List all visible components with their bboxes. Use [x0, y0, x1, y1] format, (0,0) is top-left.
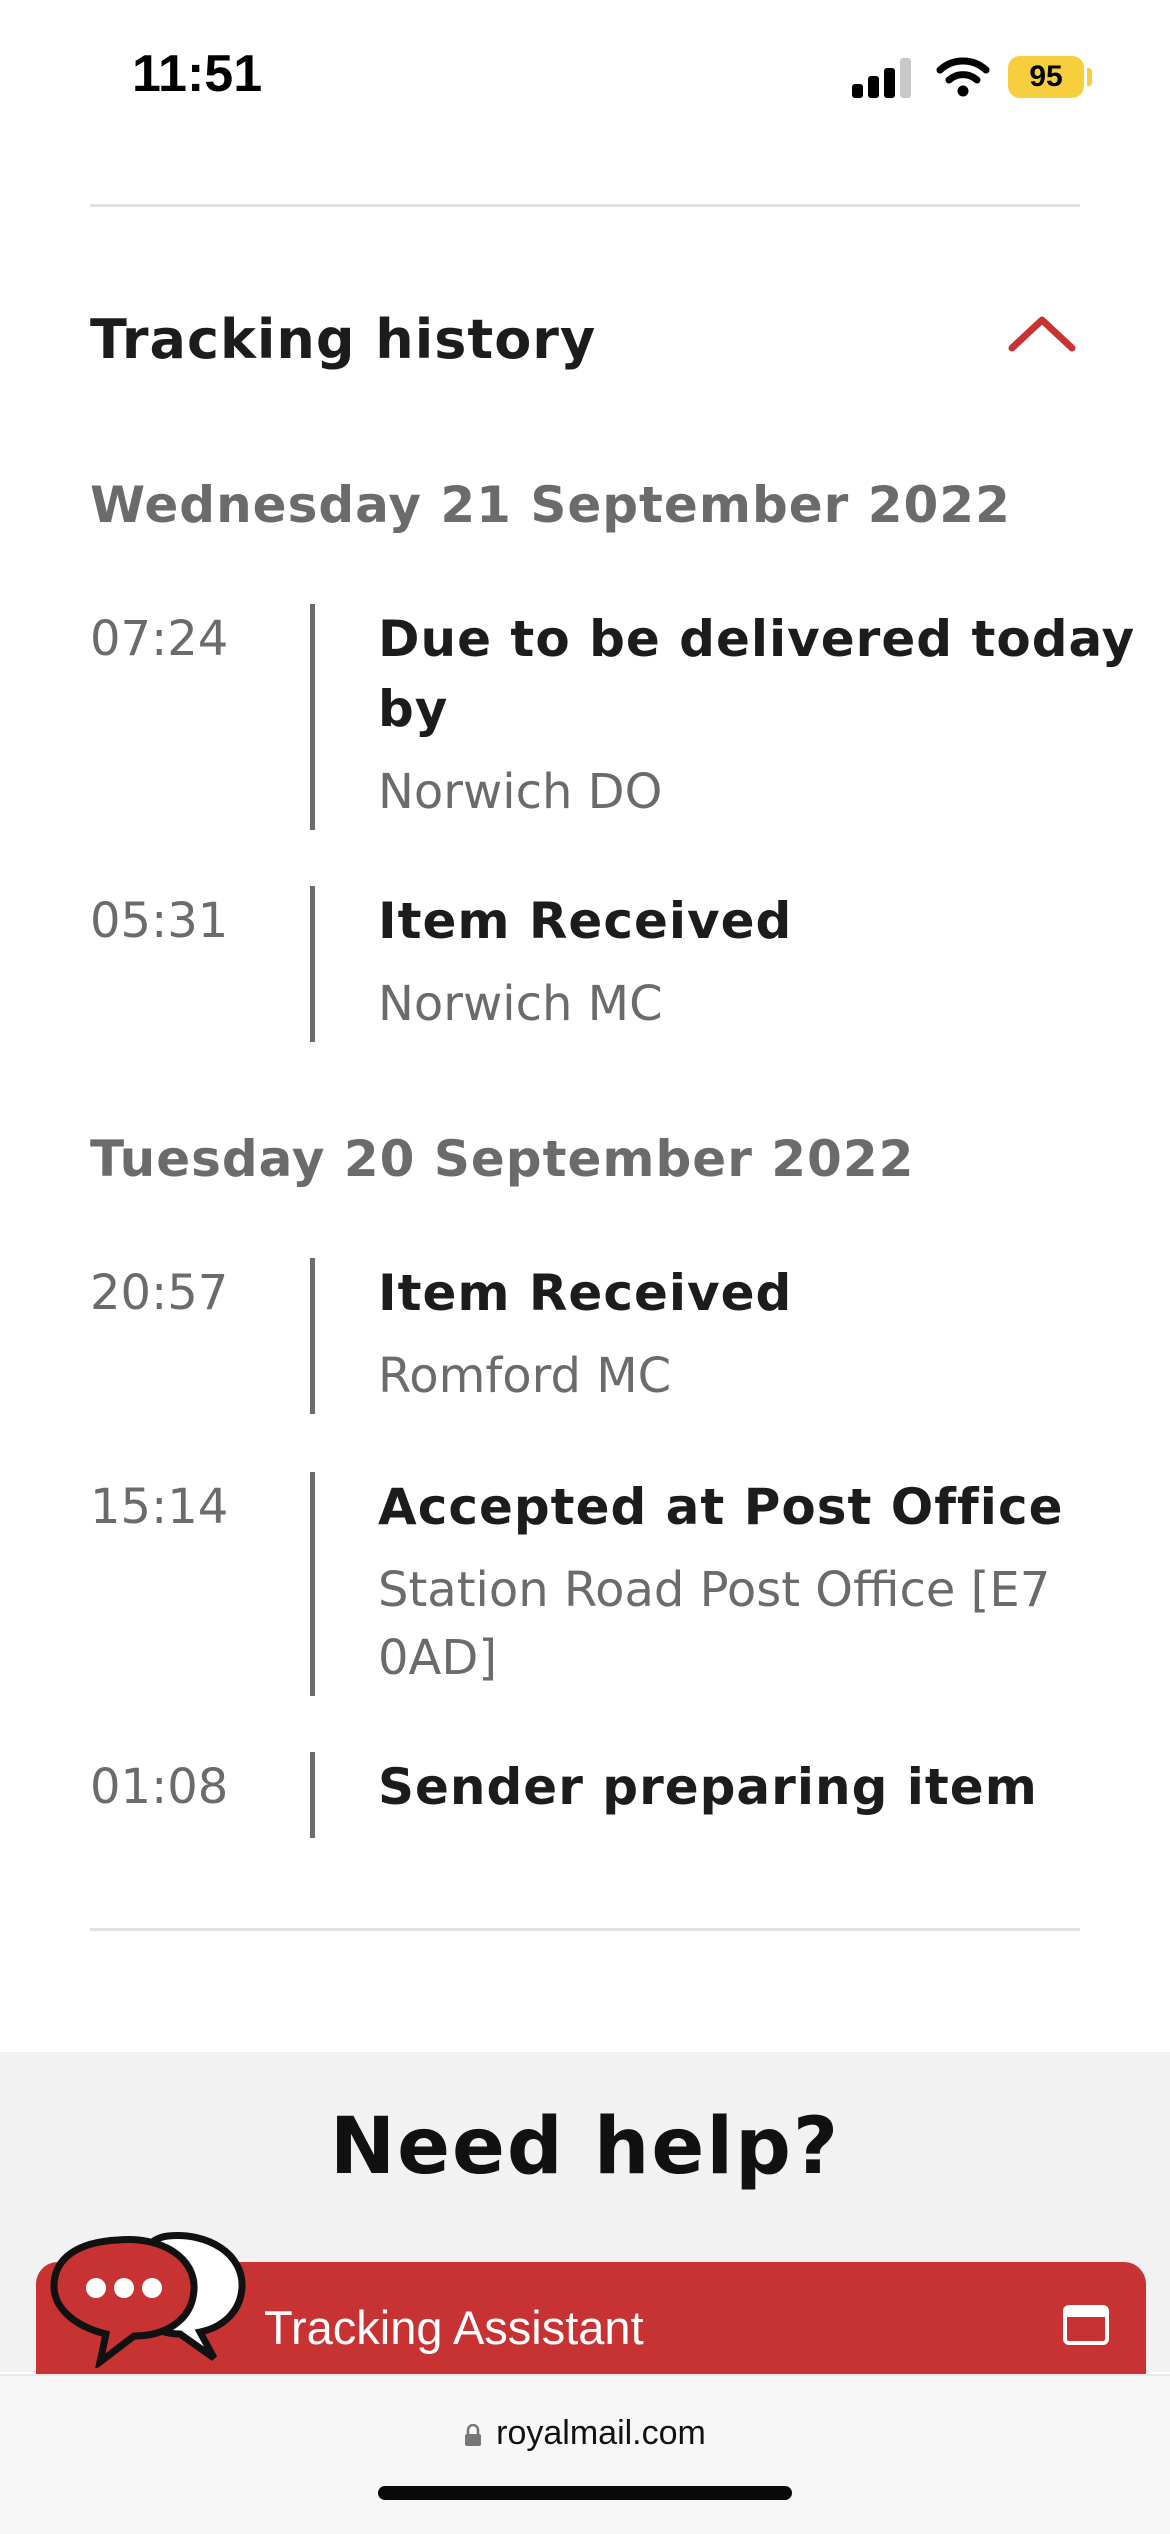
event-time: 01:08	[90, 1759, 229, 1815]
battery-indicator: 95	[1008, 56, 1084, 98]
divider-bottom	[90, 1928, 1080, 1931]
event-location: Station Road Post Office [E7 0AD]	[378, 1562, 1051, 1686]
event-time: 15:14	[90, 1479, 229, 1535]
event-status: Accepted at Post Office	[378, 1478, 1064, 1536]
status-time: 11:51	[132, 45, 263, 103]
window-icon[interactable]	[1062, 2304, 1110, 2346]
help-title: Need help?	[329, 2102, 841, 2192]
timeline-bar	[310, 1472, 315, 1696]
event-location: Norwich MC	[378, 976, 663, 1032]
tracking-event: 01:08 Sender preparing item	[90, 1752, 1080, 1842]
tracking-event: 20:57 Item Received Romford MC	[90, 1258, 1080, 1418]
day-heading: Tuesday 20 September 2022	[90, 1130, 915, 1188]
event-body: Item Received Romford MC	[378, 1258, 1138, 1410]
event-time: 07:24	[90, 611, 229, 667]
event-location: Romford MC	[378, 1348, 672, 1404]
day-heading: Wednesday 21 September 2022	[90, 476, 1011, 534]
event-status: Due to be delivered today by	[378, 610, 1136, 738]
timeline-bar	[310, 886, 315, 1042]
signal-icon	[852, 58, 916, 98]
battery-tip	[1087, 68, 1092, 86]
event-time: 05:31	[90, 893, 229, 949]
chat-bubbles-icon[interactable]	[48, 2228, 248, 2368]
url-text: royalmail.com	[496, 2414, 706, 2452]
event-body: Due to be delivered today by Norwich DO	[378, 604, 1138, 826]
event-status: Sender preparing item	[378, 1758, 1038, 1816]
tracking-history-title: Tracking history	[90, 308, 597, 371]
tracking-assistant-label: Tracking Assistant	[264, 2301, 644, 2354]
timeline-bar	[310, 1752, 315, 1838]
event-status: Item Received	[378, 1264, 793, 1322]
event-location: Norwich DO	[378, 764, 663, 820]
home-indicator[interactable]	[378, 2486, 792, 2500]
wifi-icon	[936, 57, 990, 97]
timeline-bar	[310, 604, 315, 830]
event-time: 20:57	[90, 1265, 229, 1321]
event-status: Item Received	[378, 892, 793, 950]
browser-address-bar[interactable]: royalmail.com	[0, 2374, 1170, 2534]
lock-icon	[465, 2424, 482, 2447]
status-bar: 11:51 95	[0, 0, 1170, 150]
tracking-event: 15:14 Accepted at Post Office Station Ro…	[90, 1472, 1080, 1702]
tracking-event: 05:31 Item Received Norwich MC	[90, 886, 1080, 1046]
divider-top	[90, 204, 1080, 207]
url-display[interactable]: royalmail.com	[0, 2414, 1170, 2453]
chevron-up-icon[interactable]	[1006, 308, 1078, 356]
event-body: Item Received Norwich MC	[378, 886, 1138, 1038]
event-body: Sender preparing item	[378, 1752, 1138, 1822]
timeline-bar	[310, 1258, 315, 1414]
tracking-event: 07:24 Due to be delivered today by Norwi…	[90, 604, 1134, 832]
event-body: Accepted at Post Office Station Road Pos…	[378, 1472, 1138, 1692]
